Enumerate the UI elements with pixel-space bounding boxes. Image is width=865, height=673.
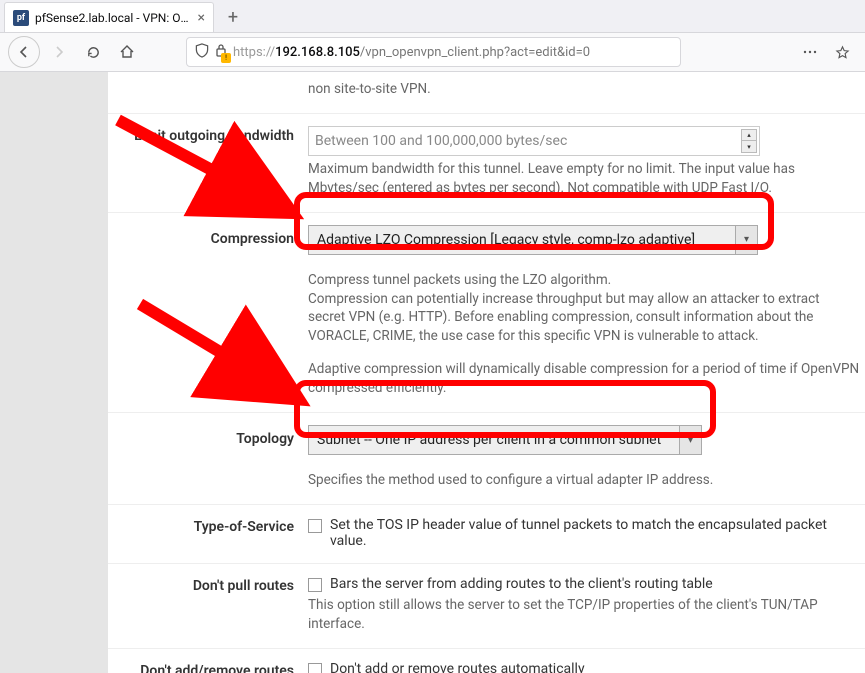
shield-icon — [195, 43, 209, 62]
home-button[interactable] — [112, 37, 142, 67]
forward-button — [44, 37, 74, 67]
tab-strip: pf pfSense2.lab.local - VPN: Open × + — [0, 0, 865, 33]
topology-help: Specifies the method used to configure a… — [308, 471, 860, 490]
close-tab-icon[interactable]: × — [198, 10, 205, 26]
browser-toolbar: ! https://192.168.8.105/vpn_openvpn_clie… — [0, 33, 865, 72]
compression-help3: Adaptive compression will dynamically di… — [308, 360, 860, 398]
addremove-checkbox-label: Don't add or remove routes automatically — [330, 661, 585, 673]
reload-button[interactable] — [78, 37, 108, 67]
tos-checkbox[interactable] — [308, 519, 322, 533]
compression-select[interactable]: Adaptive LZO Compression [Legacy style, … — [308, 225, 758, 255]
chevron-down-icon: ▾ — [735, 226, 757, 254]
pull-routes-help: This option still allows the server to s… — [308, 596, 860, 634]
page-content: non site-to-site VPN. Limit outgoing ban… — [0, 72, 865, 673]
pull-routes-checkbox[interactable] — [308, 578, 322, 592]
number-spinner[interactable]: ▴▾ — [741, 129, 757, 153]
favicon: pf — [13, 10, 29, 26]
tos-label: Type-of-Service — [108, 517, 308, 549]
pull-routes-label: Don't pull routes — [108, 576, 308, 634]
tab-title: pfSense2.lab.local - VPN: Open — [35, 11, 192, 25]
bandwidth-placeholder: Between 100 and 100,000,000 bytes/sec — [315, 133, 567, 149]
tos-checkbox-label: Set the TOS IP header value of tunnel pa… — [330, 517, 860, 549]
url-text: https://192.168.8.105/vpn_openvpn_client… — [233, 45, 672, 60]
form-panel: non site-to-site VPN. Limit outgoing ban… — [108, 72, 865, 673]
new-tab-button[interactable]: + — [218, 2, 248, 32]
bandwidth-input[interactable]: Between 100 and 100,000,000 bytes/sec ▴▾ — [308, 126, 760, 156]
browser-tab[interactable]: pf pfSense2.lab.local - VPN: Open × — [4, 2, 214, 32]
compression-label: Compression — [108, 225, 308, 398]
back-button[interactable] — [8, 36, 40, 68]
topology-label: Topology — [108, 425, 308, 490]
menu-dots-icon[interactable] — [795, 37, 825, 67]
bandwidth-label: Limit outgoing bandwidth — [108, 126, 308, 198]
bandwidth-help: Maximum bandwidth for this tunnel. Leave… — [308, 160, 860, 198]
url-bar[interactable]: ! https://192.168.8.105/vpn_openvpn_clie… — [186, 37, 681, 67]
addremove-label: Don't add/remove routes — [108, 661, 308, 673]
topology-value: Subnet -- One IP address per client in a… — [317, 432, 661, 448]
topology-select[interactable]: Subnet -- One IP address per client in a… — [308, 425, 702, 455]
compression-value: Adaptive LZO Compression [Legacy style, … — [317, 232, 695, 248]
prev-help-fragment: non site-to-site VPN. — [308, 80, 860, 99]
compression-help1: Compress tunnel packets using the LZO al… — [308, 271, 860, 290]
bookmark-icon[interactable] — [827, 37, 857, 67]
pull-routes-checkbox-label: Bars the server from adding routes to th… — [330, 576, 713, 592]
addremove-checkbox[interactable] — [308, 663, 322, 673]
compression-help2: Compression can potentially increase thr… — [308, 290, 860, 347]
lock-warning-icon: ! — [215, 43, 227, 61]
chevron-down-icon: ▾ — [679, 426, 701, 454]
